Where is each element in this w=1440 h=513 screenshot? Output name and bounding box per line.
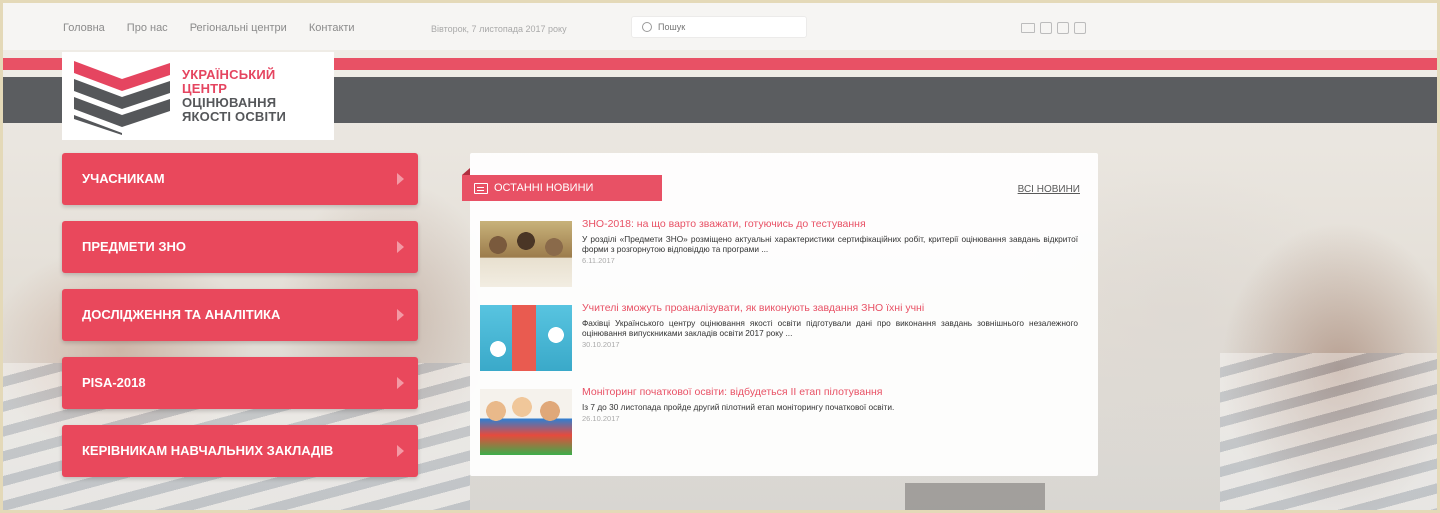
nav-home-link[interactable]: Головна xyxy=(63,22,105,34)
news-item-body: Моніторинг початкової освіти: відбудетьс… xyxy=(582,385,1078,423)
menu-school-heads-button[interactable]: КЕРІВНИКАМ НАВЧАЛЬНИХ ЗАКЛАДІВ xyxy=(62,425,418,477)
news-title-link[interactable]: Учителі зможуть проаналізувати, як викон… xyxy=(582,301,1078,315)
news-panel: ОСТАННІ НОВИНИ ВСІ НОВИНИ ЗНО-2018: на щ… xyxy=(462,153,1098,476)
search-icon xyxy=(642,22,652,32)
main-menu: УЧАСНИКАМ ПРЕДМЕТИ ЗНО ДОСЛІДЖЕННЯ ТА АН… xyxy=(62,153,418,493)
logo-line-4: ЯКОСТІ ОСВІТИ xyxy=(182,109,287,124)
chevron-right-icon xyxy=(397,241,404,253)
menu-item-label: ПРЕДМЕТИ ЗНО xyxy=(82,239,186,254)
news-header: ОСТАННІ НОВИНИ xyxy=(462,168,662,201)
news-description: Із 7 до 30 листопада пройде другий пілот… xyxy=(582,402,895,412)
menu-zno-subjects-button[interactable]: ПРЕДМЕТИ ЗНО xyxy=(62,221,418,273)
menu-research-button[interactable]: ДОСЛІДЖЕННЯ ТА АНАЛІТИКА xyxy=(62,289,418,341)
mail-icon[interactable] xyxy=(1021,23,1035,33)
news-title-link[interactable]: ЗНО-2018: на що варто зважати, готуючись… xyxy=(582,217,1078,231)
logo-line-2: ЦЕНТР xyxy=(182,81,228,96)
menu-item-label: PISA-2018 xyxy=(82,375,146,390)
twitter-icon[interactable] xyxy=(1040,22,1052,34)
news-description: У розділі «Предмети ЗНО» розміщено актуа… xyxy=(582,234,1078,254)
logo-line-3: ОЦІНЮВАННЯ xyxy=(182,95,277,110)
book-logo-icon xyxy=(74,61,170,135)
site-logo[interactable]: УКРАЇНСЬКИЙ ЦЕНТР ОЦІНЮВАННЯ ЯКОСТІ ОСВІ… xyxy=(62,52,334,140)
news-item-body: Учителі зможуть проаналізувати, як викон… xyxy=(582,301,1078,349)
current-date: Вівторок, 7 листопада 2017 року xyxy=(431,24,567,34)
logo-text: УКРАЇНСЬКИЙ ЦЕНТР ОЦІНЮВАННЯ ЯКОСТІ ОСВІ… xyxy=(182,68,286,124)
news-header-title: ОСТАННІ НОВИНИ xyxy=(494,182,594,194)
news-title-link[interactable]: Моніторинг початкової освіти: відбудетьс… xyxy=(582,385,1078,399)
search-input[interactable] xyxy=(658,22,798,32)
menu-item-label: УЧАСНИКАМ xyxy=(82,171,165,186)
top-navigation: Головна Про нас Регіональні центри Конта… xyxy=(63,22,355,34)
logo-line-1: УКРАЇНСЬКИЙ xyxy=(182,67,276,82)
menu-participants-button[interactable]: УЧАСНИКАМ xyxy=(62,153,418,205)
news-date: 30.10.2017 xyxy=(582,340,620,349)
facebook-icon[interactable] xyxy=(1057,22,1069,34)
chevron-right-icon xyxy=(397,377,404,389)
chevron-right-icon xyxy=(397,445,404,457)
nav-about-link[interactable]: Про нас xyxy=(127,22,168,34)
menu-item-label: ДОСЛІДЖЕННЯ ТА АНАЛІТИКА xyxy=(82,307,281,322)
menu-pisa-button[interactable]: PISA-2018 xyxy=(62,357,418,409)
news-description: Фахівці Українського центру оцінювання я… xyxy=(582,318,1078,338)
menu-item-label: КЕРІВНИКАМ НАВЧАЛЬНИХ ЗАКЛАДІВ xyxy=(82,443,334,458)
background-stripes-right xyxy=(1220,353,1440,513)
news-thumbnail[interactable] xyxy=(480,305,572,371)
newspaper-icon xyxy=(474,182,488,194)
search-box[interactable] xyxy=(631,16,807,38)
news-thumbnail[interactable] xyxy=(480,221,572,287)
nav-contacts-link[interactable]: Контакти xyxy=(309,22,355,34)
background-detail xyxy=(905,483,1045,513)
news-thumbnail[interactable] xyxy=(480,389,572,455)
top-bar: Головна Про нас Регіональні центри Конта… xyxy=(3,3,1437,50)
news-date: 6.11.2017 xyxy=(582,256,615,265)
nav-regional-centers-link[interactable]: Регіональні центри xyxy=(190,22,287,34)
news-item-body: ЗНО-2018: на що варто зважати, готуючись… xyxy=(582,217,1078,265)
social-links xyxy=(1021,22,1086,34)
google-plus-icon[interactable] xyxy=(1074,22,1086,34)
chevron-right-icon xyxy=(397,173,404,185)
all-news-link[interactable]: ВСІ НОВИНИ xyxy=(1018,184,1080,195)
chevron-right-icon xyxy=(397,309,404,321)
news-date: 26.10.2017 xyxy=(582,414,620,423)
